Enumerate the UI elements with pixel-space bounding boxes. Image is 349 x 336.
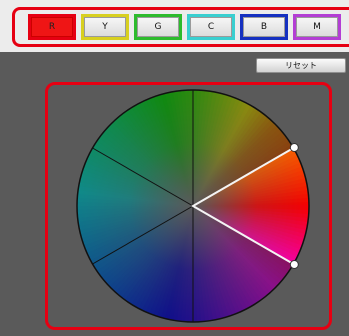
handle-upper[interactable] [289, 143, 299, 152]
color-adjust-panel: R Y G C B M リセット [0, 0, 349, 336]
hue-wheel[interactable] [0, 0, 349, 336]
handle-lower[interactable] [289, 260, 299, 269]
